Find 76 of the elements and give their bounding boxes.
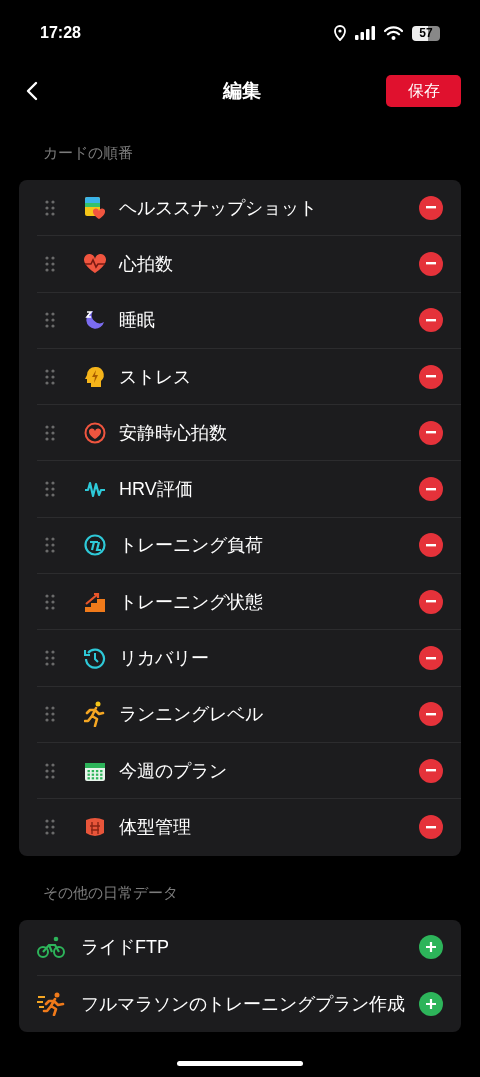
card-name: 今週のプラン <box>119 759 228 783</box>
remove-button[interactable] <box>419 364 443 389</box>
minus-icon <box>426 262 436 266</box>
minus-icon <box>426 712 436 716</box>
runner-icon <box>84 701 106 728</box>
section-label: カードの順番 <box>42 143 134 163</box>
torso-icon <box>84 816 106 839</box>
card-name: ヘルススナップショット <box>119 196 318 220</box>
minus-icon <box>426 825 436 829</box>
card-name: 安静時心拍数 <box>119 421 228 445</box>
drag-handle-icon[interactable] <box>45 706 55 723</box>
minus-icon <box>426 656 436 660</box>
plus-icon <box>426 942 436 953</box>
stairs-arrow-icon <box>84 590 106 613</box>
add-button[interactable] <box>419 935 443 960</box>
wave-icon <box>84 480 106 499</box>
cyclist-icon <box>37 936 65 959</box>
minus-icon <box>426 600 436 604</box>
card-heart-icon <box>84 195 106 220</box>
section-label: その他の日常データ <box>42 882 179 903</box>
card-name: ランニングレベル <box>119 703 264 727</box>
remove-button[interactable] <box>419 758 443 783</box>
battery-icon: 57 <box>412 25 440 41</box>
card-name: トレーニング負荷 <box>119 534 264 558</box>
remove-button[interactable] <box>419 646 443 670</box>
card-name: フルマラソンのトレーニングプラン作成 <box>81 993 406 1016</box>
remove-button[interactable] <box>419 815 443 840</box>
remove-button[interactable] <box>419 420 443 445</box>
minus-icon <box>426 769 436 773</box>
signal-icon <box>355 26 375 40</box>
wifi-icon <box>384 26 403 40</box>
card-name: ライドFTP <box>81 936 170 960</box>
heart-icon <box>83 253 107 274</box>
plus-icon <box>426 999 436 1009</box>
drag-handle-icon[interactable] <box>45 762 55 779</box>
heart-ring-icon <box>84 421 106 444</box>
remove-button[interactable] <box>419 195 443 220</box>
drag-handle-icon[interactable] <box>45 255 55 272</box>
minus-icon <box>426 375 436 379</box>
head-bolt-icon <box>84 365 106 388</box>
drag-handle-icon[interactable] <box>45 650 55 666</box>
circle-logo-icon <box>84 534 106 557</box>
remove-button[interactable] <box>419 251 443 276</box>
drag-handle-icon[interactable] <box>45 199 55 216</box>
drag-handle-icon[interactable] <box>45 312 55 329</box>
moon-icon <box>84 309 106 332</box>
drag-handle-icon[interactable] <box>45 593 55 610</box>
card-name: 心拍数 <box>119 252 174 276</box>
drag-handle-icon[interactable] <box>45 368 55 385</box>
card-name: トレーニング状態 <box>119 590 264 614</box>
status-time: 17:28 <box>40 24 81 42</box>
card-name: HRV評価 <box>119 478 194 502</box>
remove-button[interactable] <box>419 702 443 727</box>
location-icon <box>334 25 346 41</box>
save-button[interactable]: 保存 <box>386 75 461 107</box>
card-name: ストレス <box>119 365 192 389</box>
drag-handle-icon[interactable] <box>45 819 55 836</box>
add-button[interactable] <box>419 992 443 1016</box>
minus-icon <box>426 206 436 210</box>
remove-button[interactable] <box>419 589 443 614</box>
minus-icon <box>426 543 436 547</box>
minus-icon <box>426 431 436 435</box>
clock-icon <box>84 647 106 669</box>
runner-icon <box>37 992 65 1016</box>
remove-button[interactable] <box>419 533 443 558</box>
minus-icon <box>426 318 436 322</box>
card-name: 体型管理 <box>119 816 192 840</box>
card-name: 睡眠 <box>119 309 156 333</box>
drag-handle-icon[interactable] <box>45 481 55 498</box>
remove-button[interactable] <box>419 477 443 502</box>
drag-handle-icon[interactable] <box>45 537 55 554</box>
minus-icon <box>426 487 436 491</box>
remove-button[interactable] <box>419 308 443 333</box>
drag-handle-icon[interactable] <box>45 424 55 441</box>
page-title: 編集 <box>222 79 261 103</box>
card-name: リカバリー <box>119 647 210 670</box>
